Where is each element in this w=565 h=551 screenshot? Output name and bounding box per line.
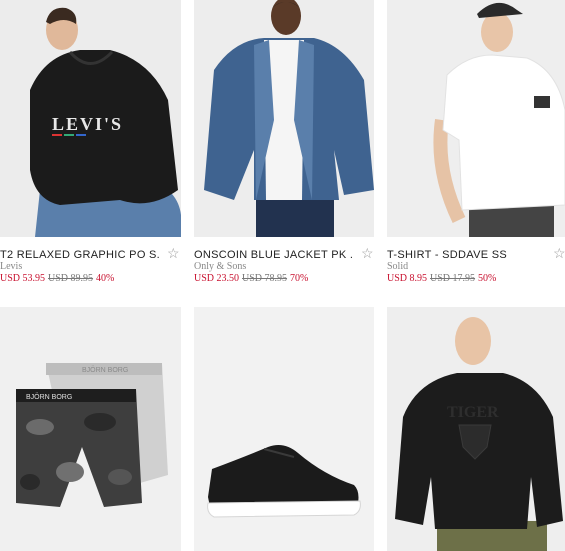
discount-badge: 70% [290,273,309,284]
product-price: USD 8.95 USD 17.95 50% [387,273,496,284]
product-image[interactable] [194,0,374,237]
boxer-band-text-back: BJÖRN BORG [82,366,128,374]
product-image[interactable]: TIGER [387,307,565,551]
product-card[interactable]: T-SHIRT - SDDAVE SS ☆ Solid USD 8.95 USD … [387,0,565,290]
product-price: USD 23.50 USD 78.95 70% [194,273,308,284]
sweatshirt-print-text: TIGER [447,404,499,421]
discount-badge: 50% [478,273,497,284]
product-brand: Only & Sons [194,261,247,272]
hoodie-print-text: LEVI'S [52,114,123,134]
product-image[interactable]: BJÖRN BORG BJÖRN BORG [0,307,181,551]
current-price: USD 53.95 [0,273,46,284]
product-image[interactable] [194,307,374,551]
current-price: USD 23.50 [194,273,240,284]
product-price: USD 53.95 USD 89.95 40% [0,273,114,284]
product-title[interactable]: T2 RELAXED GRAPHIC PO S... [0,249,160,261]
product-title[interactable]: T-SHIRT - SDDAVE SS [387,249,547,261]
discount-badge: 40% [96,273,115,284]
product-card[interactable]: ONSCOIN BLUE JACKET PK ... ☆ Only & Sons… [194,0,374,290]
current-price: USD 8.95 [387,273,428,284]
favorite-star-icon[interactable]: ☆ [167,246,180,260]
old-price: USD 78.95 [242,273,288,284]
product-brand: Levis [0,261,23,272]
product-image[interactable] [387,0,565,237]
product-brand: Solid [387,261,409,272]
product-card[interactable]: TIGER [387,307,565,551]
favorite-star-icon[interactable]: ☆ [361,246,374,260]
product-title[interactable]: ONSCOIN BLUE JACKET PK ... [194,249,354,261]
old-price: USD 17.95 [430,273,476,284]
product-card[interactable]: LEVI'S T2 RELAXED GRAPHIC PO S... ☆ Levi… [0,0,181,290]
product-card[interactable] [194,307,374,551]
product-card[interactable]: BJÖRN BORG BJÖRN BORG [0,307,181,551]
boxer-band-text: BJÖRN BORG [26,393,72,401]
favorite-star-icon[interactable]: ☆ [553,246,565,260]
product-image[interactable]: LEVI'S [0,0,181,237]
old-price: USD 89.95 [48,273,94,284]
